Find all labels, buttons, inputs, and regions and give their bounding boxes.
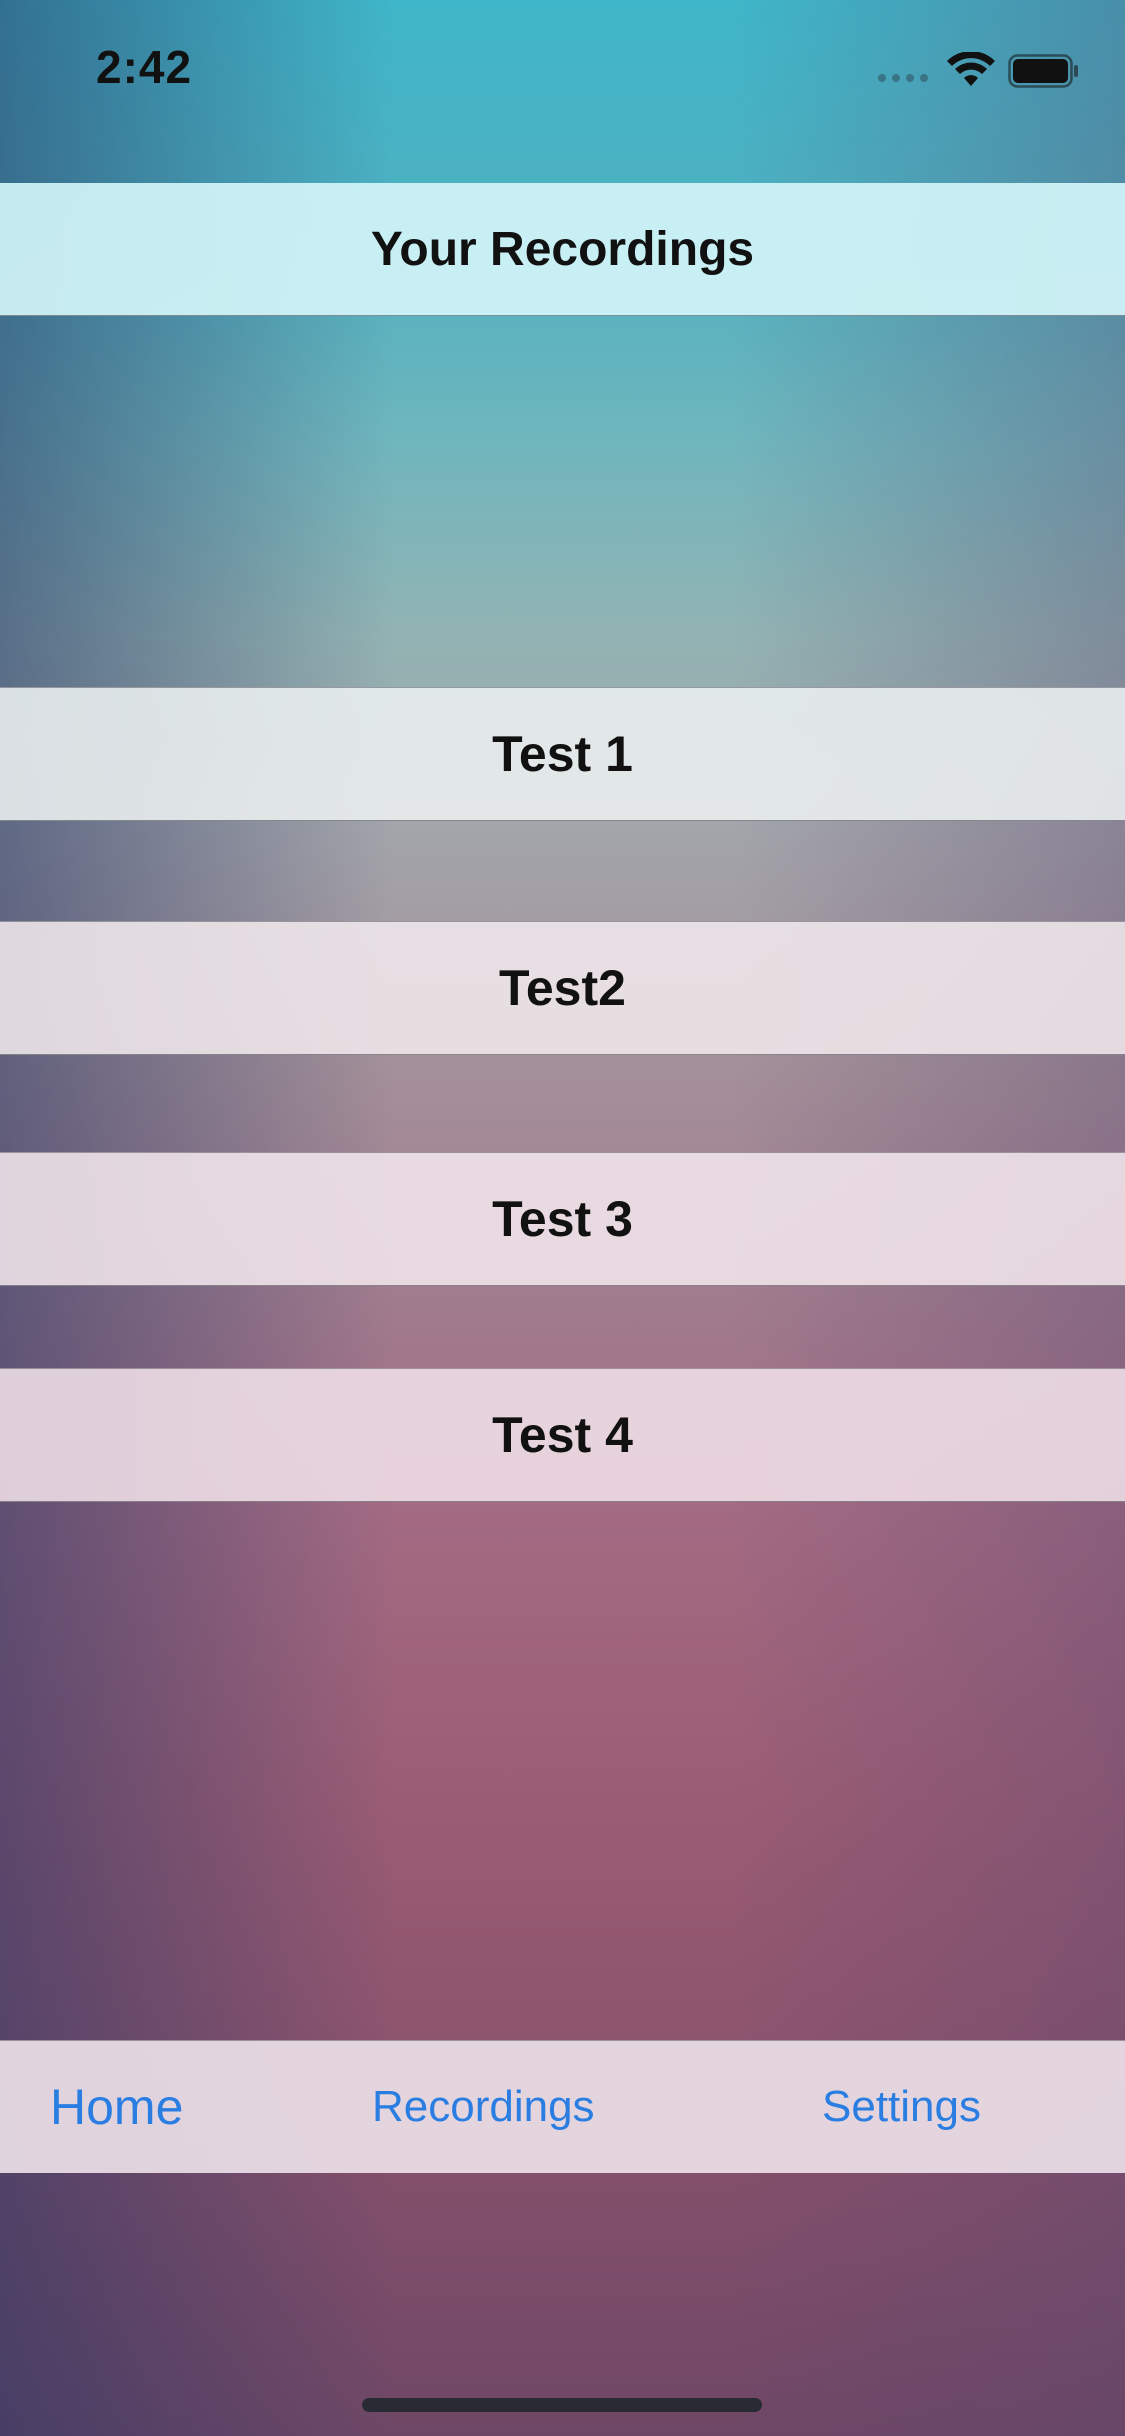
recording-row-test2[interactable]: Test2 xyxy=(0,921,1125,1055)
tab-recordings[interactable]: Recordings xyxy=(372,2041,595,2173)
recording-row-test-1[interactable]: Test 1 xyxy=(0,687,1125,821)
status-bar: 2:42 xyxy=(0,0,1125,140)
status-time: 2:42 xyxy=(96,41,193,93)
recording-row-test-3[interactable]: Test 3 xyxy=(0,1152,1125,1286)
page-title: Your Recordings xyxy=(0,183,1125,316)
tab-settings[interactable]: Settings xyxy=(822,2041,981,2173)
home-indicator[interactable] xyxy=(362,2398,762,2412)
tab-home[interactable]: Home xyxy=(50,2041,183,2173)
recording-row-test-4[interactable]: Test 4 xyxy=(0,1368,1125,1502)
wifi-icon xyxy=(947,52,995,86)
cellular-signal-icon xyxy=(878,74,928,82)
battery-icon xyxy=(1008,54,1078,88)
tab-bar: Home Recordings Settings xyxy=(0,2040,1125,2173)
